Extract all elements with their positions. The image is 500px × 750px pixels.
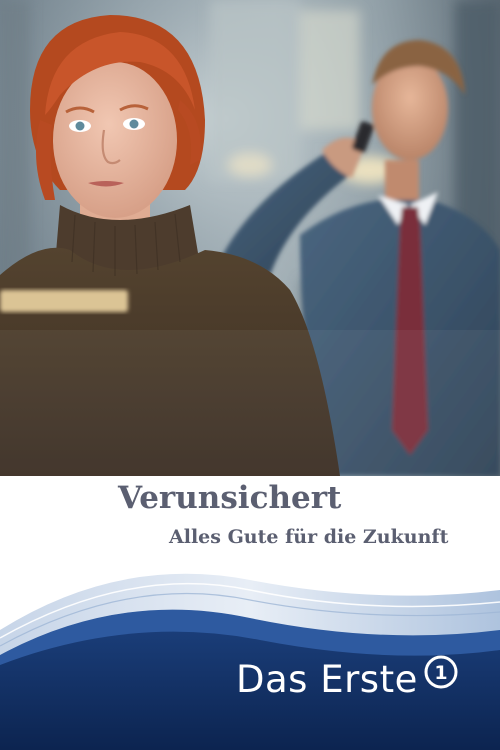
logo-mark-text: 1 <box>434 662 447 684</box>
movie-poster: Verunsichert Alles Gute für die Zukunft <box>0 0 500 750</box>
broadcaster-logo: Das Erste 1 <box>236 654 458 704</box>
das-erste-one-icon: 1 <box>424 655 458 689</box>
movie-title: Verunsichert <box>118 480 342 516</box>
photo-illustration <box>0 0 500 476</box>
poster-photo <box>0 0 500 476</box>
movie-subtitle: Alles Gute für die Zukunft <box>169 526 449 548</box>
broadcaster-name: Das Erste <box>236 657 418 701</box>
